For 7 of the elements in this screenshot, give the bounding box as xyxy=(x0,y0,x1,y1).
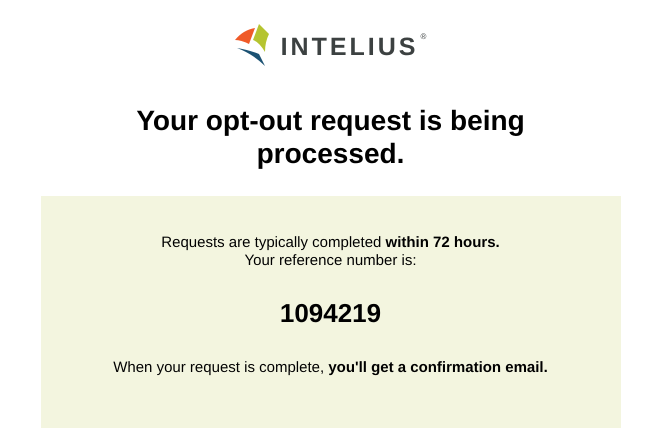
logo-text: INTELIUS xyxy=(280,32,418,62)
reference-number: 1094219 xyxy=(280,298,382,329)
confirmation-note: When your request is complete, you'll get a confirmation email. xyxy=(113,359,548,376)
reference-label: Your reference number is: xyxy=(244,252,417,270)
page-heading: Your opt-out request is being processed. xyxy=(135,104,526,170)
registered-mark: ® xyxy=(420,32,426,41)
completion-text: Requests are typically completed within 72 hours. xyxy=(161,234,500,252)
